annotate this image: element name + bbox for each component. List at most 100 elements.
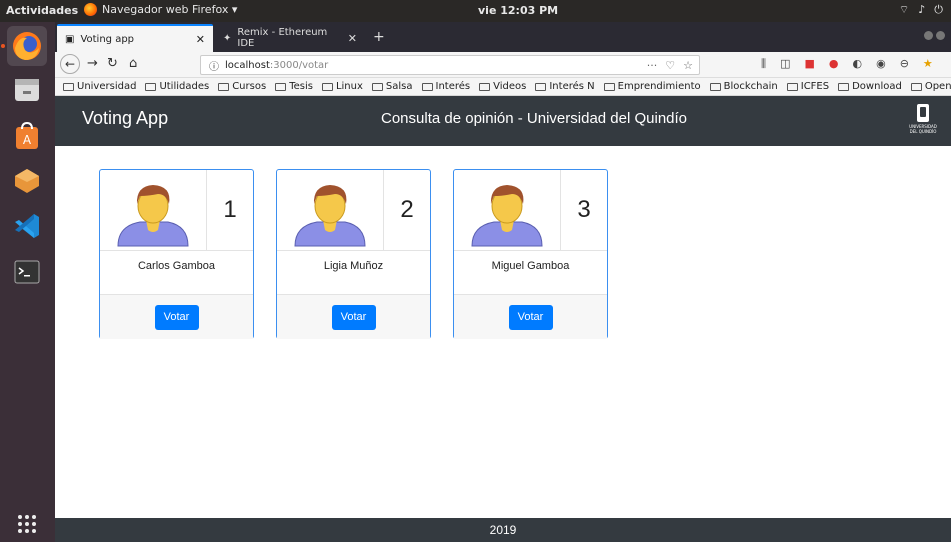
bookmark-folder[interactable]: Emprendimiento: [603, 81, 701, 92]
tab-voting-app[interactable]: ▣ Voting app ✕: [57, 24, 213, 52]
page-actions-icon[interactable]: ···: [647, 59, 658, 72]
bookmark-folder[interactable]: ICFES: [786, 81, 829, 92]
folder-icon: [218, 82, 230, 91]
pocket-icon[interactable]: ♡: [665, 59, 675, 72]
svg-text:A: A: [23, 133, 32, 147]
extension-red-icon[interactable]: ■: [804, 57, 814, 71]
show-applications-button[interactable]: [7, 504, 47, 542]
vote-button[interactable]: Votar: [331, 304, 376, 330]
vote-button[interactable]: Votar: [154, 304, 199, 330]
close-tab-icon[interactable]: ✕: [196, 33, 205, 46]
folder-icon: [63, 82, 74, 91]
box-app-icon: [15, 169, 39, 193]
reload-button[interactable]: ↻: [107, 56, 118, 71]
extension-icon[interactable]: ★: [923, 57, 933, 71]
back-button[interactable]: ←: [60, 54, 80, 74]
bookmarks-bar: Universidad Utilidades Cursos Tesis Linu…: [55, 78, 951, 96]
candidate-card: 2 Ligia Muñoz Votar: [276, 169, 431, 339]
bookmark-folder[interactable]: Universidad: [63, 81, 136, 92]
candidate-photo: [454, 170, 561, 251]
volume-icon: ♪: [918, 3, 926, 16]
info-icon[interactable]: ⓘ: [209, 58, 219, 73]
page-icon: ▣: [65, 33, 75, 45]
folder-icon: [910, 82, 922, 91]
clock[interactable]: vie 12:03 PM: [478, 4, 558, 17]
bookmark-folder[interactable]: Blockchain: [709, 81, 778, 92]
minimize-icon[interactable]: [924, 31, 933, 40]
forward-button[interactable]: →: [87, 56, 98, 71]
bookmark-folder[interactable]: Utilidades: [145, 81, 209, 92]
bookmark-folder[interactable]: Linux: [321, 81, 363, 92]
folder-icon: [786, 82, 798, 91]
url-host: localhost: [225, 59, 270, 71]
tab-label: Remix - Ethereum IDE: [237, 27, 328, 49]
vote-button[interactable]: Votar: [508, 304, 553, 330]
bookmark-folder[interactable]: Download: [838, 81, 902, 92]
toolbar-extensions: ⫼ ◫ ■ ● ◐ ◉ ⊖ ★: [761, 57, 933, 71]
candidate-card: 3 Miguel Gamboa Votar: [453, 169, 608, 339]
card-footer: Votar: [277, 294, 430, 339]
url-bar[interactable]: ⓘ localhost:3000/votar ··· ♡ ☆: [200, 55, 700, 75]
app-title[interactable]: Voting App: [82, 108, 168, 129]
url-path: :3000/votar: [269, 59, 329, 71]
web-page: Voting App Consulta de opinión - Univers…: [55, 96, 951, 542]
candidate-number: 3: [561, 170, 607, 251]
folder-icon: [421, 82, 433, 91]
bookmark-folder[interactable]: Cursos: [218, 81, 266, 92]
bookmark-folder[interactable]: Salsa: [371, 81, 413, 92]
close-tab-icon[interactable]: ✕: [348, 32, 357, 45]
os-top-panel: Actividades Navegador web Firefox ▾ vie …: [0, 0, 951, 22]
activities-button[interactable]: Actividades: [6, 4, 78, 17]
tab-label: Voting app: [80, 33, 135, 45]
home-button[interactable]: ⌂: [129, 56, 137, 71]
dock-firefox[interactable]: [7, 26, 47, 66]
app-subtitle: Consulta de opinión - Universidad del Qu…: [381, 110, 688, 127]
bookmark-folder[interactable]: Tesis: [275, 81, 313, 92]
new-tab-button[interactable]: +: [373, 29, 385, 45]
dock-terminal[interactable]: [7, 252, 47, 292]
bookmark-star-icon[interactable]: ☆: [683, 59, 693, 72]
sidebar-icon[interactable]: ◫: [780, 57, 790, 71]
remix-icon: ✦: [223, 32, 232, 44]
dock-files[interactable]: [7, 70, 47, 110]
bookmark-folder[interactable]: Interés N: [535, 81, 595, 92]
app-grid-icon: [18, 515, 36, 533]
folder-icon: [603, 82, 615, 91]
system-tray[interactable]: ⌔ ♪ ⏻: [899, 3, 943, 17]
person-avatar-icon: [294, 185, 366, 247]
app-menu[interactable]: Navegador web Firefox ▾: [84, 3, 237, 16]
bookmark-folder[interactable]: Interés: [421, 81, 470, 92]
folder-icon: [371, 82, 383, 91]
extension-icon[interactable]: ◐: [852, 57, 862, 71]
candidate-name: Ligia Muñoz: [323, 260, 384, 272]
dock-software[interactable]: A: [7, 116, 47, 156]
extension-icon[interactable]: ◉: [876, 57, 886, 71]
university-logo: UNIVERSIDAD DEL QUINDÍO: [905, 104, 941, 138]
account-icon[interactable]: ⊖: [900, 57, 909, 71]
app-menu-label: Navegador web Firefox ▾: [102, 3, 238, 16]
file-cabinet-icon: [15, 79, 39, 101]
candidate-photo: [100, 170, 207, 251]
dock-sublime[interactable]: [7, 160, 47, 200]
window-controls[interactable]: [924, 31, 945, 40]
card-footer: Votar: [454, 294, 607, 339]
bookmark-folder[interactable]: Open: [910, 81, 951, 92]
launcher-dock: A: [0, 22, 55, 542]
running-indicator: [1, 44, 5, 48]
candidate-number: 1: [207, 170, 253, 251]
close-window-icon[interactable]: [936, 31, 945, 40]
adblock-icon[interactable]: ●: [829, 57, 839, 71]
folder-icon: [709, 82, 721, 91]
firefox-icon: [84, 3, 97, 16]
footer-year: 2019: [489, 523, 517, 537]
person-avatar-icon: [117, 185, 189, 247]
tab-remix[interactable]: ✦ Remix - Ethereum IDE ✕: [215, 24, 365, 52]
bookmark-folder[interactable]: Videos: [479, 81, 526, 92]
terminal-icon: [14, 260, 40, 284]
app-navbar: Voting App Consulta de opinión - Univers…: [55, 96, 951, 146]
folder-icon: [838, 82, 850, 91]
library-icon[interactable]: ⫼: [761, 57, 766, 71]
dock-vscode[interactable]: [7, 206, 47, 246]
university-mark-icon: [917, 104, 929, 122]
nav-toolbar: ← → ↻ ⌂ ⓘ localhost:3000/votar ··· ♡ ☆ ⫼…: [55, 52, 951, 78]
